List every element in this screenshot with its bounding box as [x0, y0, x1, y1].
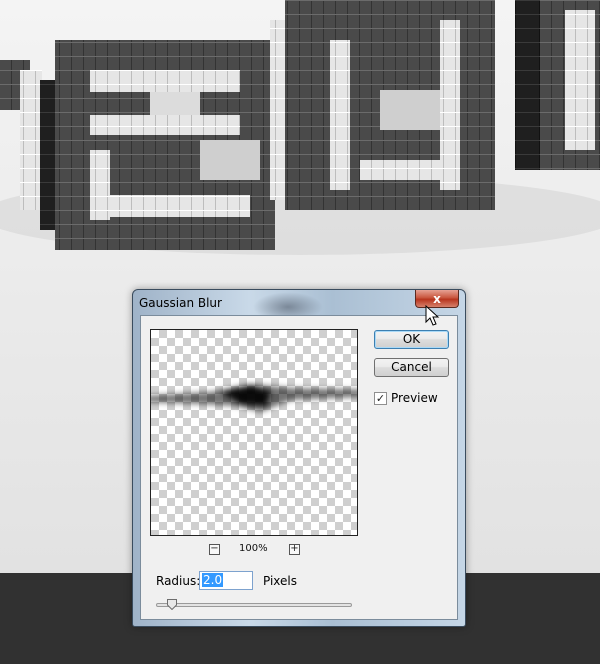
gaussian-blur-dialog: Gaussian Blur x − 100% + OK Cancel ✓ Pre… [132, 289, 466, 627]
mouse-cursor-icon [425, 305, 440, 326]
ok-button[interactable]: OK [374, 330, 449, 349]
pixels-unit-label: Pixels [263, 574, 298, 588]
preview-checkbox[interactable]: ✓ [374, 392, 387, 405]
blurred-shadow-preview [151, 384, 357, 412]
plus-icon: + [290, 543, 299, 554]
cancel-button[interactable]: Cancel [374, 358, 449, 377]
zoom-out-button[interactable]: − [209, 544, 220, 555]
zoom-in-button[interactable]: + [289, 544, 300, 555]
radius-value-selected: 2.0 [202, 573, 224, 587]
zoom-level: 100% [239, 543, 268, 554]
minus-icon: − [210, 543, 219, 554]
radius-slider-thumb[interactable] [167, 599, 177, 610]
radius-label: Radius: [156, 574, 201, 588]
dialog-body: − 100% + OK Cancel ✓ Preview Radius: 2.0… [140, 315, 458, 620]
preview-pane[interactable] [150, 329, 358, 536]
radius-input[interactable]: 2.0 [199, 571, 253, 590]
radius-slider-track[interactable] [156, 603, 352, 607]
preview-label: Preview [391, 391, 438, 405]
dialog-title: Gaussian Blur [139, 296, 222, 310]
close-icon: x [433, 291, 441, 306]
checkmark-icon: ✓ [375, 392, 386, 405]
